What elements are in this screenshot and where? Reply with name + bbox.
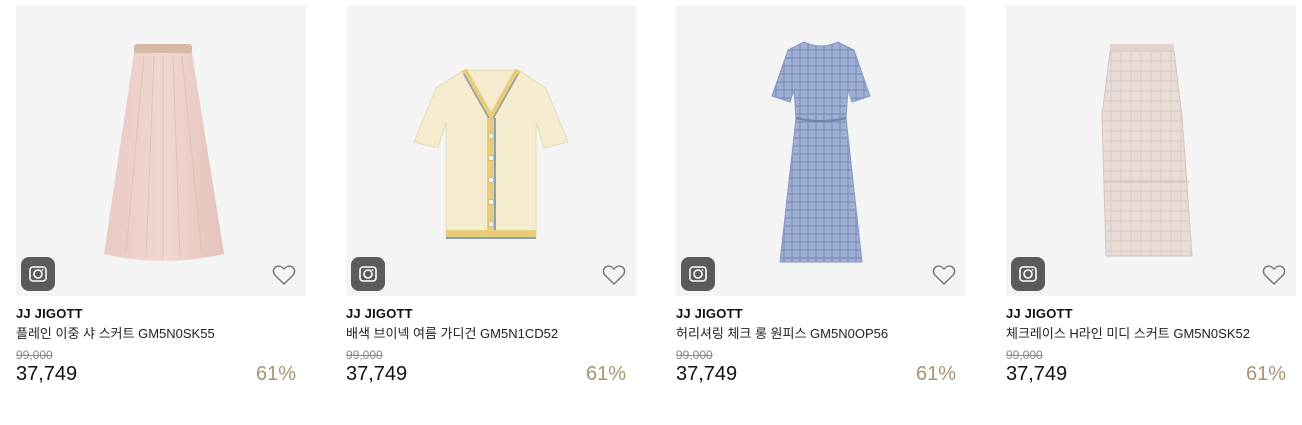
sale-price: 37,749 (1006, 363, 1068, 385)
brand-name[interactable]: JJ JIGOTT (676, 306, 966, 322)
product-card[interactable]: JJ JIGOTT 허리셔링 체크 롱 원피스 GM5N0OP56 99,000… (676, 6, 966, 386)
heart-outline-icon (272, 265, 296, 285)
product-name[interactable]: 허리셔링 체크 롱 원피스 GM5N0OP56 (676, 326, 966, 342)
product-name[interactable]: 플레인 이중 샤 스커트 GM5N0SK55 (16, 326, 306, 342)
product-name[interactable]: 배색 브이넥 여름 가디건 GM5N1CD52 (346, 326, 636, 342)
camera-button[interactable] (351, 257, 385, 291)
pink-skirt-image (104, 44, 224, 261)
original-price: 99,000 (346, 348, 383, 362)
sale-price: 37,749 (676, 363, 738, 385)
camera-button[interactable] (21, 257, 55, 291)
product-grid: JJ JIGOTT 플레인 이중 샤 스커트 GM5N0SK55 99,000 … (0, 0, 1302, 425)
discount-rate: 61% (1245, 363, 1286, 385)
camera-icon (1019, 266, 1037, 282)
price-row: 37,749 61% (346, 362, 636, 386)
sale-price: 37,749 (16, 363, 78, 385)
wishlist-button[interactable] (269, 260, 299, 290)
discount-rate: 61% (585, 363, 626, 385)
price-row: 37,749 61% (676, 362, 966, 386)
brand-name[interactable]: JJ JIGOTT (346, 306, 636, 322)
camera-icon (29, 266, 47, 282)
product-image[interactable] (16, 6, 306, 296)
camera-button[interactable] (1011, 257, 1045, 291)
camera-button[interactable] (681, 257, 715, 291)
price-row: 37,749 61% (16, 362, 306, 386)
wishlist-button[interactable] (929, 260, 959, 290)
check-dress-image (771, 41, 871, 263)
sale-price: 37,749 (346, 363, 408, 385)
camera-icon (689, 266, 707, 282)
heart-outline-icon (602, 265, 626, 285)
heart-outline-icon (1262, 265, 1286, 285)
product-card[interactable]: JJ JIGOTT 체크레이스 H라인 미디 스커트 GM5N0SK52 99,… (1006, 6, 1296, 386)
discount-rate: 61% (255, 363, 296, 385)
wishlist-button[interactable] (1259, 260, 1289, 290)
original-price: 99,000 (1006, 348, 1043, 362)
discount-rate: 61% (915, 363, 956, 385)
product-image[interactable] (346, 6, 636, 296)
original-price: 99,000 (676, 348, 713, 362)
product-image[interactable] (1006, 6, 1296, 296)
camera-icon (359, 266, 377, 282)
cardigan-image (413, 68, 569, 239)
heart-outline-icon (932, 265, 956, 285)
product-card[interactable]: JJ JIGOTT 플레인 이중 샤 스커트 GM5N0SK55 99,000 … (16, 6, 306, 386)
wishlist-button[interactable] (599, 260, 629, 290)
lace-skirt-image (1101, 44, 1193, 257)
product-image[interactable] (676, 6, 966, 296)
brand-name[interactable]: JJ JIGOTT (1006, 306, 1296, 322)
product-card[interactable]: JJ JIGOTT 배색 브이넥 여름 가디건 GM5N1CD52 99,000… (346, 6, 636, 386)
price-row: 37,749 61% (1006, 362, 1296, 386)
original-price: 99,000 (16, 348, 53, 362)
brand-name[interactable]: JJ JIGOTT (16, 306, 306, 322)
product-name[interactable]: 체크레이스 H라인 미디 스커트 GM5N0SK52 (1006, 326, 1296, 342)
